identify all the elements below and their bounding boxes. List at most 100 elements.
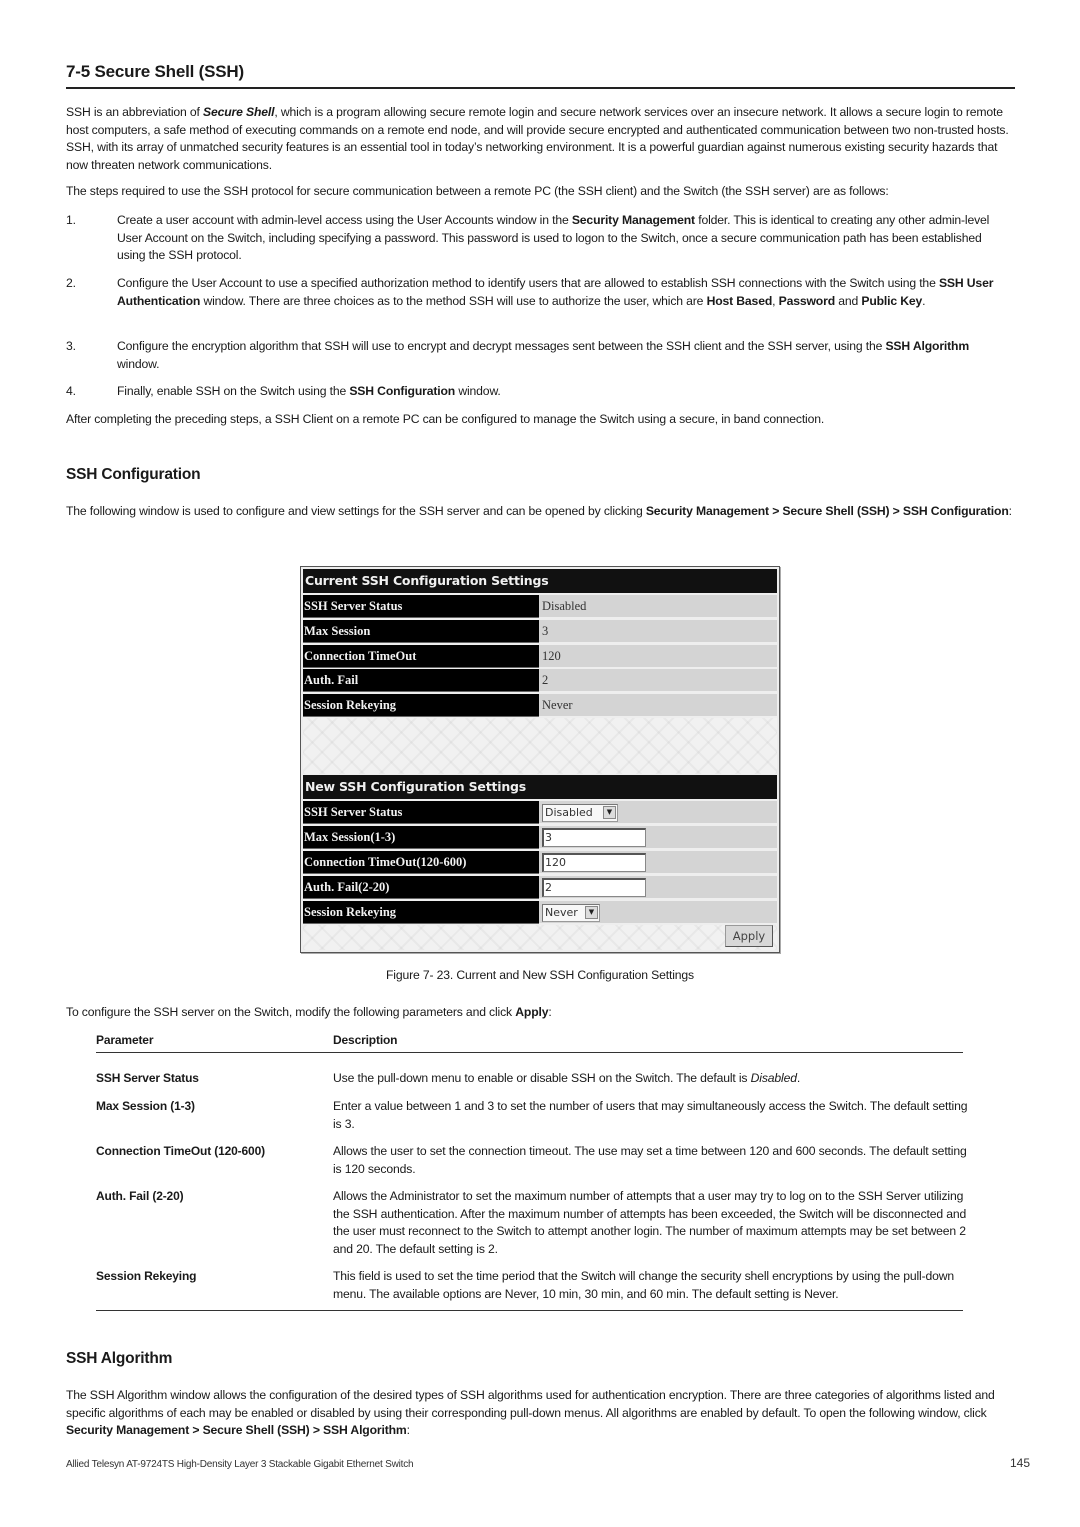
row-value: 120 <box>539 645 777 668</box>
parameter-description: Enter a value between 1 and 3 to set the… <box>333 1099 968 1131</box>
select-value: Disabled <box>545 806 593 819</box>
row-value-cell: 120 <box>539 851 777 874</box>
steps-intro: The steps required to use the SSH protoc… <box>66 184 889 198</box>
connection-timeout-input[interactable]: 120 <box>542 853 646 872</box>
background-pattern <box>303 718 777 774</box>
new-row-max-session: Max Session(1-3) 3 <box>303 826 777 849</box>
step-number: 3. <box>66 339 76 353</box>
paragraph-text: : <box>1008 504 1012 518</box>
paragraph-text: The SSH Algorithm window allows the conf… <box>66 1388 995 1420</box>
ssh-configuration-heading: SSH Configuration <box>66 466 201 483</box>
intro-term: Secure Shell <box>203 105 275 119</box>
row-value-cell: 2 <box>539 876 777 899</box>
row-label: Auth. Fail(2-20) <box>303 876 539 899</box>
ui-reference: Apply <box>515 1005 549 1019</box>
step-number: 2. <box>66 276 76 290</box>
ui-reference: Security Management <box>571 213 695 227</box>
step-text-part: Create a user account with admin-level a… <box>117 213 572 227</box>
ssh-algorithm-heading: SSH Algorithm <box>66 1350 173 1367</box>
row-value-cell: Never ▼ <box>539 901 777 924</box>
new-row-ssh-server-status: SSH Server Status Disabled ▼ <box>303 801 777 824</box>
intro-text: SSH is an abbreviation of <box>66 105 204 119</box>
new-row-session-rekeying: Session Rekeying Never ▼ <box>303 901 777 924</box>
ssh-configuration-paragraph: The following window is used to configur… <box>66 503 1016 521</box>
ssh-configuration-window: Current SSH Configuration Settings SSH S… <box>300 566 780 953</box>
current-row-max-session: Max Session 3 <box>303 620 777 643</box>
figure-caption: Figure 7- 23. Current and New SSH Config… <box>386 968 694 982</box>
row-label: Session Rekeying <box>303 901 539 924</box>
header-rule <box>96 1052 963 1053</box>
step-text-part: Configure the User Account to use a spec… <box>117 276 939 290</box>
paragraph-text: : <box>406 1423 410 1437</box>
ssh-server-status-select[interactable]: Disabled ▼ <box>542 804 618 822</box>
parameter-name: SSH Server Status <box>96 1071 199 1085</box>
row-value-cell: Disabled ▼ <box>539 801 777 824</box>
row-label: SSH Server Status <box>303 801 539 824</box>
menu-path: Security Management > Secure Shell (SSH)… <box>645 504 1009 518</box>
current-row-ssh-server-status: SSH Server Status Disabled <box>303 595 777 618</box>
step-text-part: Finally, enable SSH on the Switch using … <box>117 384 350 398</box>
row-label: SSH Server Status <box>303 595 539 618</box>
new-row-auth-fail: Auth. Fail(2-20) 2 <box>303 876 777 899</box>
current-row-connection-timeout: Connection TimeOut 120 <box>303 645 777 668</box>
dropdown-arrow-icon[interactable]: ▼ <box>603 806 616 819</box>
paragraph-text: : <box>548 1005 552 1019</box>
auth-fail-input[interactable]: 2 <box>542 878 646 897</box>
description-text: . <box>796 1071 801 1085</box>
parameter-name: Session Rekeying <box>96 1269 197 1283</box>
max-session-input[interactable]: 3 <box>542 828 646 847</box>
step-text-part: Configure the encryption algorithm that … <box>117 339 886 353</box>
apply-instructions: To configure the SSH server on the Switc… <box>66 1004 1016 1022</box>
current-row-auth-fail: Auth. Fail 2 <box>303 669 777 692</box>
ui-reference: SSH Algorithm <box>885 339 970 353</box>
step-text-part: and <box>835 293 862 308</box>
row-value: Disabled <box>539 595 777 618</box>
step-text-part: window. <box>117 356 160 371</box>
step-text-part: window. <box>455 384 501 398</box>
new-row-connection-timeout: Connection TimeOut(120-600) 120 <box>303 851 777 874</box>
step-text: Create a user account with admin-level a… <box>117 212 1012 265</box>
row-label: Auth. Fail <box>303 669 539 692</box>
step-text: Finally, enable SSH on the Switch using … <box>117 383 1012 401</box>
ui-reference: SSH Configuration <box>349 384 456 398</box>
step-text-part: . <box>922 293 926 308</box>
parameter-name: Connection TimeOut (120-600) <box>96 1144 265 1158</box>
step-text: Configure the encryption algorithm that … <box>117 338 1012 373</box>
select-value: Never <box>545 906 578 919</box>
row-label: Connection TimeOut(120-600) <box>303 851 539 874</box>
parameter-description: Use the pull-down menu to enable or disa… <box>333 1070 973 1088</box>
parameter-description: This field is used to set the time perio… <box>333 1269 955 1301</box>
dropdown-arrow-icon[interactable]: ▼ <box>585 906 598 919</box>
intro-paragraph: SSH is an abbreviation of Secure Shell, … <box>66 104 1016 174</box>
current-settings-header: Current SSH Configuration Settings <box>303 569 777 593</box>
parameter-description: Allows the Administrator to set the maxi… <box>333 1189 967 1256</box>
step-text: Configure the User Account to use a spec… <box>117 275 1012 310</box>
step-number: 1. <box>66 213 76 227</box>
row-label: Session Rekeying <box>303 694 539 717</box>
session-rekeying-select[interactable]: Never ▼ <box>542 904 600 922</box>
button-bar: Apply <box>303 925 777 950</box>
default-value: Disabled <box>750 1071 797 1085</box>
paragraph-text: The following window is used to configur… <box>66 504 646 518</box>
apply-button[interactable]: Apply <box>725 925 773 947</box>
title-rule <box>66 87 1015 89</box>
row-value: Never <box>539 694 777 717</box>
ui-reference: Host Based <box>706 293 773 308</box>
current-row-session-rekeying: Session Rekeying Never <box>303 694 777 717</box>
section-title: 7-5 Secure Shell (SSH) <box>66 62 244 81</box>
paragraph-text: To configure the SSH server on the Switc… <box>66 1005 516 1019</box>
ui-reference: Password <box>778 293 836 308</box>
parameter-description: Allows the user to set the connection ti… <box>333 1144 967 1176</box>
page-number: 145 <box>1010 1456 1031 1470</box>
menu-path: Security Management > Secure Shell (SSH)… <box>66 1423 407 1437</box>
new-settings-header: New SSH Configuration Settings <box>303 775 777 799</box>
row-label: Max Session(1-3) <box>303 826 539 849</box>
column-header-parameter: Parameter <box>96 1033 154 1047</box>
row-value: 3 <box>539 620 777 643</box>
row-label: Connection TimeOut <box>303 645 539 668</box>
step-number: 4. <box>66 384 76 398</box>
row-value-cell: 3 <box>539 826 777 849</box>
table-bottom-rule <box>96 1310 963 1311</box>
ssh-algorithm-paragraph: The SSH Algorithm window allows the conf… <box>66 1387 1016 1440</box>
row-label: Max Session <box>303 620 539 643</box>
